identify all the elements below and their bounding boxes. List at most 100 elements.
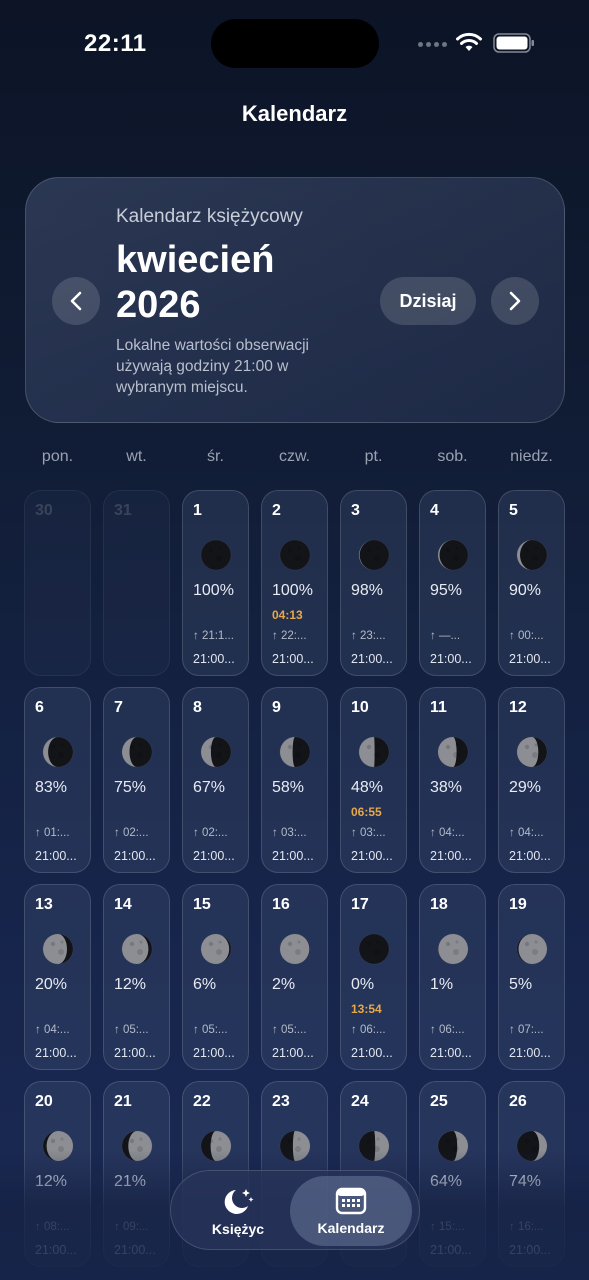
- observation-time: 21:00...: [509, 1046, 551, 1060]
- moonrise-time: ↑ 03:...: [272, 827, 307, 839]
- moonrise-time: ↑ 06:...: [351, 1024, 386, 1036]
- moon-phase-icon: [516, 736, 548, 768]
- moonrise-time: ↑ 07:...: [509, 1024, 544, 1036]
- moonrise-time: ↑ 22:...: [272, 630, 307, 642]
- observation-time: 21:00...: [509, 849, 551, 863]
- day-number: 16: [272, 896, 290, 913]
- observation-time: 21:00...: [430, 652, 472, 666]
- day-number: 25: [430, 1093, 448, 1110]
- day-number: 17: [351, 896, 369, 913]
- day-number: 18: [430, 896, 448, 913]
- day-cell[interactable]: 12 29% ↑ 04:... 21:00...: [498, 687, 565, 873]
- day-cell: 31: [103, 490, 170, 676]
- observation-time: 21:00...: [430, 849, 472, 863]
- moonrise-time: ↑ 01:...: [35, 827, 70, 839]
- tab-calendar[interactable]: Kalendarz: [290, 1176, 412, 1246]
- moon-phase-icon: [42, 736, 74, 768]
- day-number: 5: [509, 502, 518, 519]
- illumination-percent: 100%: [272, 582, 313, 599]
- day-number: 21: [114, 1093, 132, 1110]
- day-cell[interactable]: 15 6% ↑ 05:... 21:00...: [182, 884, 249, 1070]
- moon-phase-icon: [279, 736, 311, 768]
- day-number: 2: [272, 502, 281, 519]
- day-cell[interactable]: 16 2% ↑ 05:... 21:00...: [261, 884, 328, 1070]
- observation-time: 21:00...: [272, 849, 314, 863]
- day-number: 13: [35, 896, 53, 913]
- tab-moon-label: Księżyc: [211, 1220, 265, 1237]
- moon-phase-icon: [358, 933, 390, 965]
- illumination-percent: 20%: [35, 976, 68, 993]
- day-number: 20: [35, 1093, 53, 1110]
- calendar-grid: 30 31 1 100% ↑ 21:1... 21:00... 2 100% 04:13 ↑ …: [0, 0, 589, 1280]
- day-cell[interactable]: 10 48% 06:55 ↑ 03:... 21:00...: [340, 687, 407, 873]
- day-cell[interactable]: 2 100% 04:13 ↑ 22:... 21:00...: [261, 490, 328, 676]
- day-number: 19: [509, 896, 527, 913]
- observation-time: 21:00...: [35, 1046, 77, 1060]
- illumination-percent: 58%: [272, 779, 305, 796]
- day-number: 4: [430, 502, 439, 519]
- moonrise-time: ↑ —...: [430, 630, 461, 642]
- observation-time: 21:00...: [351, 652, 393, 666]
- day-number: 30: [35, 502, 53, 519]
- observation-time: 21:00...: [35, 849, 77, 863]
- moonrise-time: ↑ 04:...: [430, 827, 465, 839]
- day-cell[interactable]: 9 58% ↑ 03:... 21:00...: [261, 687, 328, 873]
- moonrise-time: ↑ 21:1...: [193, 630, 234, 642]
- day-cell[interactable]: 13 20% ↑ 04:... 21:00...: [24, 884, 91, 1070]
- calendar-icon: [335, 1187, 367, 1214]
- illumination-percent: 2%: [272, 976, 296, 993]
- day-cell[interactable]: 18 1% ↑ 06:... 21:00...: [419, 884, 486, 1070]
- moonrise-time: ↑ 06:...: [430, 1024, 465, 1036]
- observation-time: 21:00...: [272, 652, 314, 666]
- day-number: 1: [193, 502, 202, 519]
- day-cell[interactable]: 4 95% ↑ —... 21:00...: [419, 490, 486, 676]
- day-cell[interactable]: 19 5% ↑ 07:... 21:00...: [498, 884, 565, 1070]
- moonrise-time: ↑ 05:...: [272, 1024, 307, 1036]
- moonrise-time: ↑ 05:...: [193, 1024, 228, 1036]
- tab-moon[interactable]: Księżyc: [177, 1176, 299, 1246]
- phase-event-time: 06:55: [351, 805, 382, 819]
- day-cell[interactable]: 7 75% ↑ 02:... 21:00...: [103, 687, 170, 873]
- illumination-percent: 95%: [430, 582, 463, 599]
- moonrise-time: ↑ 02:...: [114, 827, 149, 839]
- day-cell[interactable]: 6 83% ↑ 01:... 21:00...: [24, 687, 91, 873]
- illumination-percent: 0%: [351, 976, 375, 993]
- tab-calendar-label: Kalendarz: [317, 1219, 385, 1236]
- day-number: 9: [272, 699, 281, 716]
- moonrise-time: ↑ 05:...: [114, 1024, 149, 1036]
- moonrise-time: ↑ 04:...: [35, 1024, 70, 1036]
- day-cell[interactable]: 17 0% 13:54 ↑ 06:... 21:00...: [340, 884, 407, 1070]
- day-cell[interactable]: 14 12% ↑ 05:... 21:00...: [103, 884, 170, 1070]
- day-cell[interactable]: 8 67% ↑ 02:... 21:00...: [182, 687, 249, 873]
- moon-phase-icon: [358, 736, 390, 768]
- day-cell[interactable]: 1 100% ↑ 21:1... 21:00...: [182, 490, 249, 676]
- moon-phase-icon: [121, 736, 153, 768]
- phase-event-time: 04:13: [272, 608, 303, 622]
- illumination-percent: 12%: [114, 976, 147, 993]
- day-number: 6: [35, 699, 44, 716]
- day-number: 14: [114, 896, 132, 913]
- illumination-percent: 6%: [193, 976, 217, 993]
- day-number: 3: [351, 502, 360, 519]
- day-number: 15: [193, 896, 211, 913]
- day-number: 23: [272, 1093, 290, 1110]
- illumination-percent: 83%: [35, 779, 68, 796]
- day-number: 7: [114, 699, 123, 716]
- observation-time: 21:00...: [114, 849, 156, 863]
- observation-time: 21:00...: [193, 1046, 235, 1060]
- day-number: 22: [193, 1093, 211, 1110]
- observation-time: 21:00...: [351, 849, 393, 863]
- day-cell[interactable]: 3 98% ↑ 23:... 21:00...: [340, 490, 407, 676]
- day-cell[interactable]: 11 38% ↑ 04:... 21:00...: [419, 687, 486, 873]
- observation-time: 21:00...: [272, 1046, 314, 1060]
- illumination-percent: 1%: [430, 976, 454, 993]
- moon-phase-icon: [42, 933, 74, 965]
- illumination-percent: 5%: [509, 976, 533, 993]
- moonrise-time: ↑ 03:...: [351, 827, 386, 839]
- illumination-percent: 100%: [193, 582, 234, 599]
- moon-phase-icon: [200, 736, 232, 768]
- day-number: 26: [509, 1093, 527, 1110]
- moon-phase-icon: [358, 539, 390, 571]
- illumination-percent: 29%: [509, 779, 542, 796]
- day-cell[interactable]: 5 90% ↑ 00:... 21:00...: [498, 490, 565, 676]
